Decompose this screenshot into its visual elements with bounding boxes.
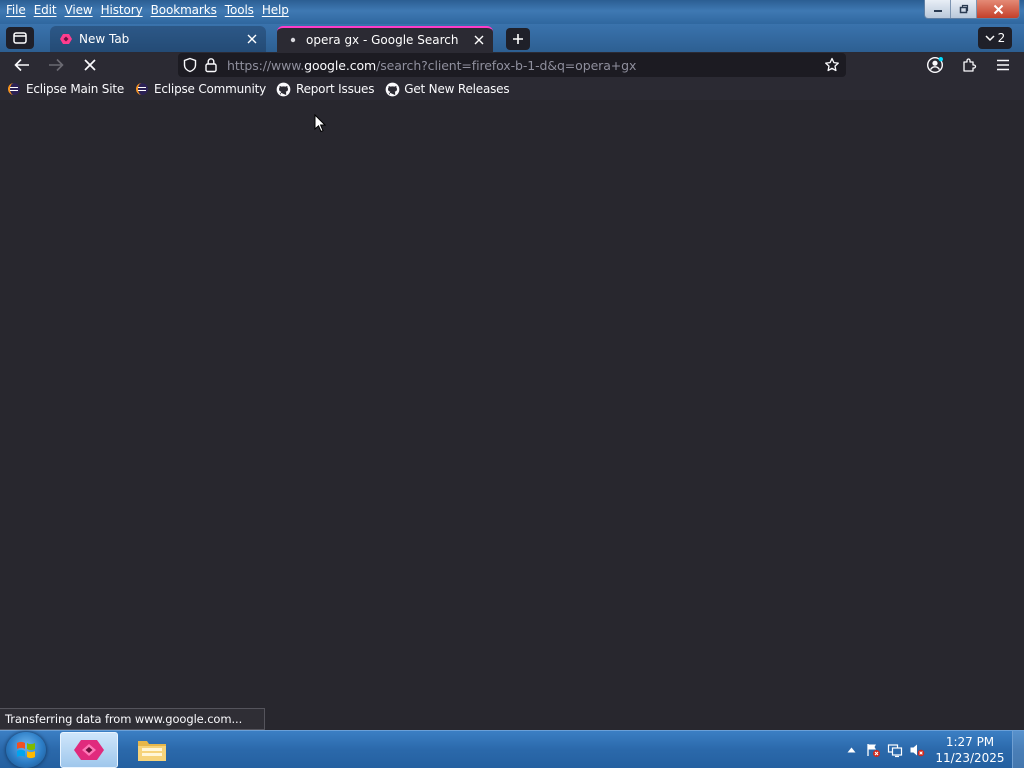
eclipse-icon: [6, 81, 22, 97]
menu-bar: File Edit View History Bookmarks Tools H…: [2, 3, 293, 17]
restore-icon: [959, 4, 968, 14]
network-icon[interactable]: [884, 739, 906, 761]
tab-strip: New Tab opera gx - Google Search 2: [0, 24, 1024, 52]
list-all-tabs-button[interactable]: 2: [978, 27, 1012, 49]
open-menu-button[interactable]: [991, 54, 1015, 76]
tracking-protection-shield-icon[interactable]: [182, 57, 198, 76]
menu-edit[interactable]: Edit: [30, 3, 61, 17]
close-icon: [474, 35, 484, 45]
firefox-view-button[interactable]: [6, 27, 34, 49]
new-tab-button[interactable]: [506, 28, 530, 50]
window-controls: [924, 0, 1020, 19]
restore-button[interactable]: [951, 0, 977, 18]
close-icon: [247, 34, 257, 44]
menu-file[interactable]: File: [2, 3, 30, 17]
system-clock[interactable]: 1:27 PM 11/23/2025: [928, 734, 1012, 766]
tab-title: opera gx - Google Search: [306, 33, 459, 47]
bookmark-eclipse-community[interactable]: Eclipse Community: [134, 81, 266, 97]
bookmarks-toolbar: Eclipse Main Site Eclipse Community Repo…: [0, 78, 1024, 100]
tab-count: 2: [997, 31, 1006, 45]
bookmark-label: Report Issues: [295, 82, 375, 96]
taskbar-opera-gx-button[interactable]: [60, 732, 118, 768]
github-icon: [384, 81, 400, 97]
taskbar: 1:27 PM 11/23/2025: [0, 730, 1024, 768]
forward-button[interactable]: [44, 54, 68, 76]
loading-dot-icon: [285, 32, 301, 48]
puzzle-piece-icon: [963, 58, 977, 72]
close-icon: [993, 4, 1003, 14]
title-bar: File Edit View History Bookmarks Tools H…: [0, 0, 1024, 24]
bookmark-eclipse-main-site[interactable]: Eclipse Main Site: [6, 81, 124, 97]
stop-loading-button[interactable]: [78, 54, 102, 76]
address-bar[interactable]: https://www.google.com/search?client=fir…: [178, 53, 846, 77]
action-center-flag-icon[interactable]: [862, 739, 884, 761]
taskbar-file-explorer-button[interactable]: [124, 732, 180, 768]
chevron-up-icon: [847, 747, 855, 753]
windows-logo-icon: [17, 741, 35, 759]
menu-tools[interactable]: Tools: [221, 3, 258, 17]
menu-history[interactable]: History: [97, 3, 147, 17]
clock-date: 11/23/2025: [935, 751, 1005, 765]
show-hidden-icons-button[interactable]: [840, 739, 862, 761]
tab-new-tab[interactable]: New Tab: [50, 26, 266, 52]
url-host: google.com: [304, 58, 377, 73]
url-text[interactable]: https://www.google.com/search?client=fir…: [227, 58, 636, 73]
eclipse-icon: [134, 81, 150, 97]
stop-icon: [84, 59, 96, 71]
menu-bookmarks[interactable]: Bookmarks: [147, 3, 221, 17]
system-tray: 1:27 PM 11/23/2025: [840, 731, 1024, 768]
bookmark-get-new-releases[interactable]: Get New Releases: [384, 81, 510, 97]
chevron-down-icon: [985, 34, 995, 41]
opera-gx-icon: [58, 31, 74, 47]
tab-close-button[interactable]: [471, 32, 487, 48]
arrow-right-icon: [49, 58, 64, 72]
bookmark-label: Eclipse Community: [154, 82, 266, 96]
opera-gx-icon: [74, 740, 104, 760]
arrow-left-icon: [14, 58, 29, 72]
account-icon: [926, 56, 944, 74]
menu-help[interactable]: Help: [258, 3, 293, 17]
url-prefix: https://www.: [227, 58, 305, 73]
tab-google-search[interactable]: opera gx - Google Search: [277, 26, 493, 52]
bookmark-label: Get New Releases: [404, 82, 510, 96]
back-button[interactable]: [10, 54, 34, 76]
extensions-button[interactable]: [957, 54, 981, 76]
account-button[interactable]: [923, 54, 947, 76]
lock-icon[interactable]: [204, 57, 218, 76]
plus-icon: [513, 34, 523, 44]
menu-view[interactable]: View: [61, 3, 97, 17]
github-icon: [276, 81, 292, 97]
hamburger-menu-icon: [997, 59, 1009, 71]
volume-muted-icon[interactable]: [906, 739, 928, 761]
clock-time: 1:27 PM: [945, 735, 995, 749]
show-desktop-button[interactable]: [1012, 731, 1024, 768]
tab-title: New Tab: [79, 32, 130, 46]
mouse-cursor-icon: [314, 113, 327, 136]
page-content-area[interactable]: [0, 100, 1024, 730]
navigation-toolbar: https://www.google.com/search?client=fir…: [0, 52, 1024, 78]
firefox-view-icon: [13, 32, 27, 44]
url-path: /search?client=firefox-b-1-d&q=opera+gx: [376, 58, 637, 73]
bookmark-report-issues[interactable]: Report Issues: [276, 81, 374, 97]
folder-icon: [138, 741, 166, 761]
close-button[interactable]: [977, 0, 1019, 18]
status-panel: Transferring data from www.google.com...: [0, 708, 265, 730]
minimize-icon: [933, 10, 942, 12]
bookmark-star-icon[interactable]: [824, 57, 840, 76]
bookmark-label: Eclipse Main Site: [26, 82, 125, 96]
minimize-button[interactable]: [925, 0, 951, 18]
start-button[interactable]: [6, 732, 46, 768]
tab-close-button[interactable]: [244, 31, 260, 47]
